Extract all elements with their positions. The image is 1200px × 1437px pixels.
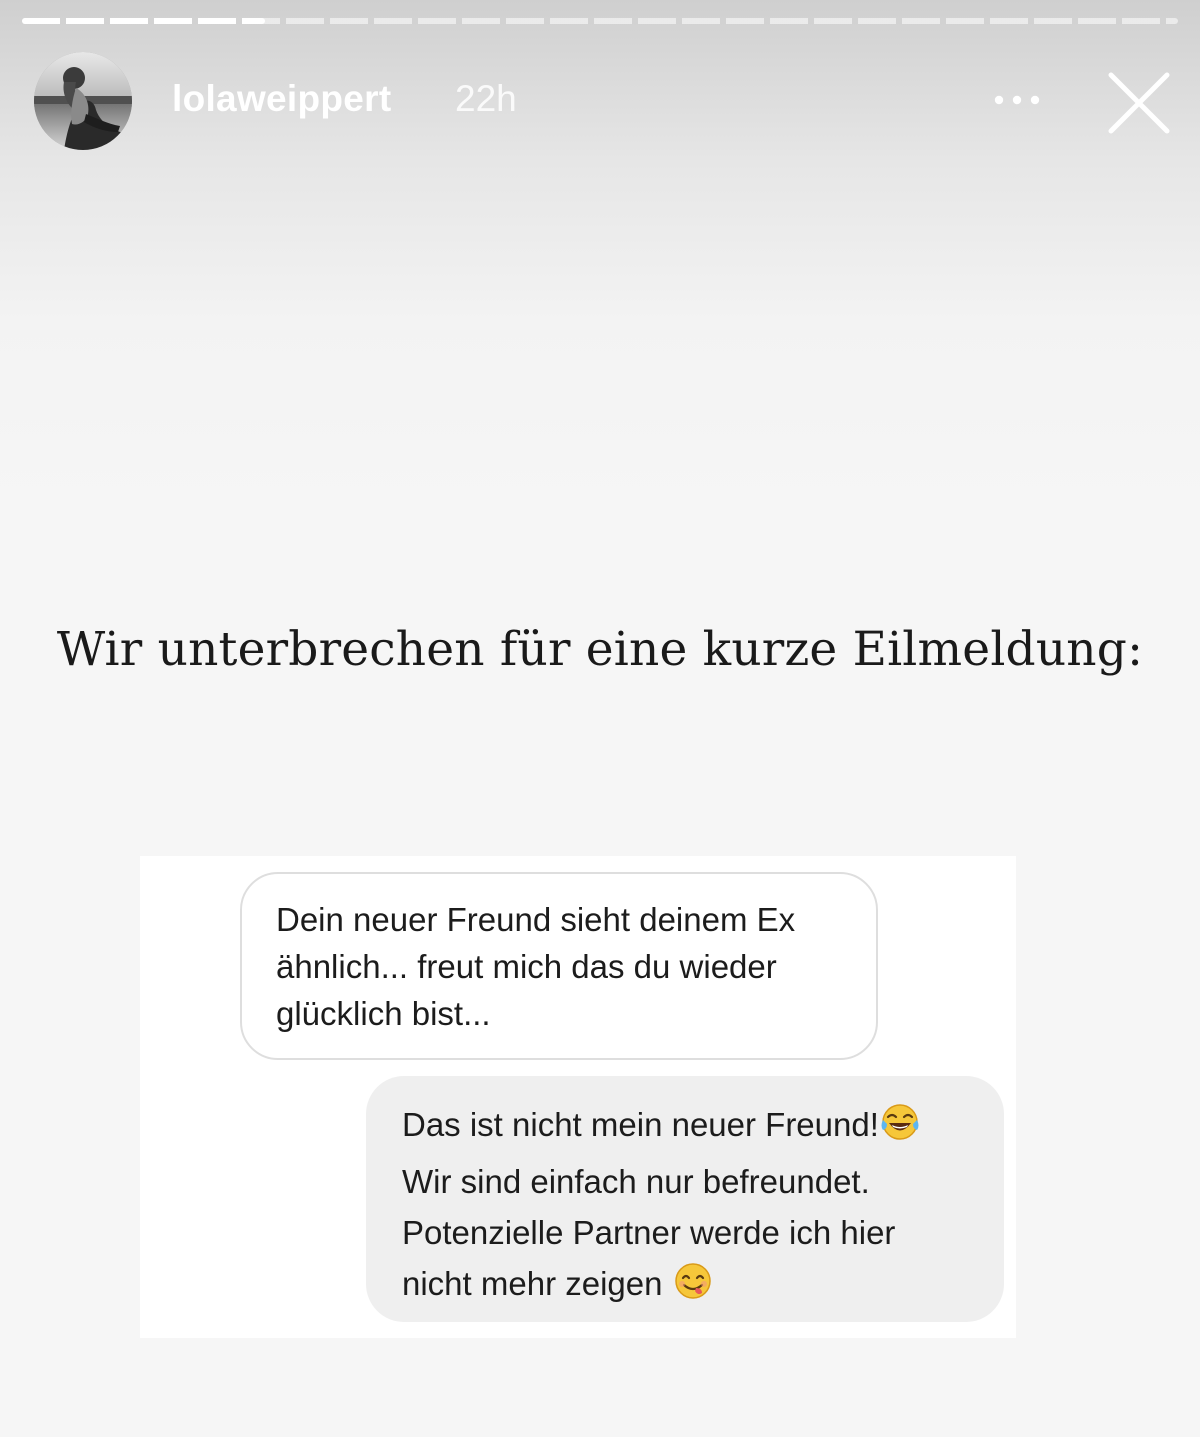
message-line-with-emoji: nicht mehr zeigen bbox=[402, 1258, 968, 1315]
incoming-message-bubble: Dein neuer Freund sieht deinem Ex ähnlic… bbox=[240, 872, 878, 1060]
close-button[interactable] bbox=[1106, 70, 1172, 136]
more-horizontal-icon bbox=[994, 95, 1040, 105]
avatar[interactable] bbox=[34, 52, 132, 150]
post-timestamp: 22h bbox=[455, 78, 517, 119]
message-line: nicht mehr zeigen bbox=[402, 1265, 663, 1302]
outgoing-message-bubble: Das ist nicht mein neuer Freund! Wir sin… bbox=[366, 1076, 1004, 1322]
username[interactable]: lolaweippert bbox=[172, 78, 391, 120]
chat-screenshot: Dein neuer Freund sieht deinem Ex ähnlic… bbox=[140, 856, 1016, 1338]
story-header: lolaweippert 22h bbox=[34, 52, 1172, 152]
message-line-with-emoji: Das ist nicht mein neuer Freund! bbox=[402, 1099, 968, 1156]
message-line: Das ist nicht mein neuer Freund! bbox=[402, 1106, 879, 1143]
avatar-photo bbox=[34, 52, 132, 150]
story-headline: Wir unterbrechen für eine kurze Eilmeldu… bbox=[56, 622, 1144, 677]
message-line: ähnlich... freut mich das du wieder bbox=[276, 948, 777, 985]
message-line: Dein neuer Freund sieht deinem Ex bbox=[276, 901, 796, 938]
message-line: Wir sind einfach nur befreundet. bbox=[402, 1163, 870, 1200]
yum-face-emoji-icon bbox=[672, 1261, 714, 1315]
message-line: glücklich bist... bbox=[276, 995, 491, 1032]
progress-fill bbox=[22, 18, 265, 24]
more-options-button[interactable] bbox=[990, 80, 1044, 120]
story-progress-bar bbox=[22, 18, 1178, 24]
tears-of-joy-emoji-icon bbox=[879, 1102, 921, 1156]
message-line: Potenzielle Partner werde ich hier bbox=[402, 1214, 896, 1251]
close-icon bbox=[1108, 72, 1170, 134]
